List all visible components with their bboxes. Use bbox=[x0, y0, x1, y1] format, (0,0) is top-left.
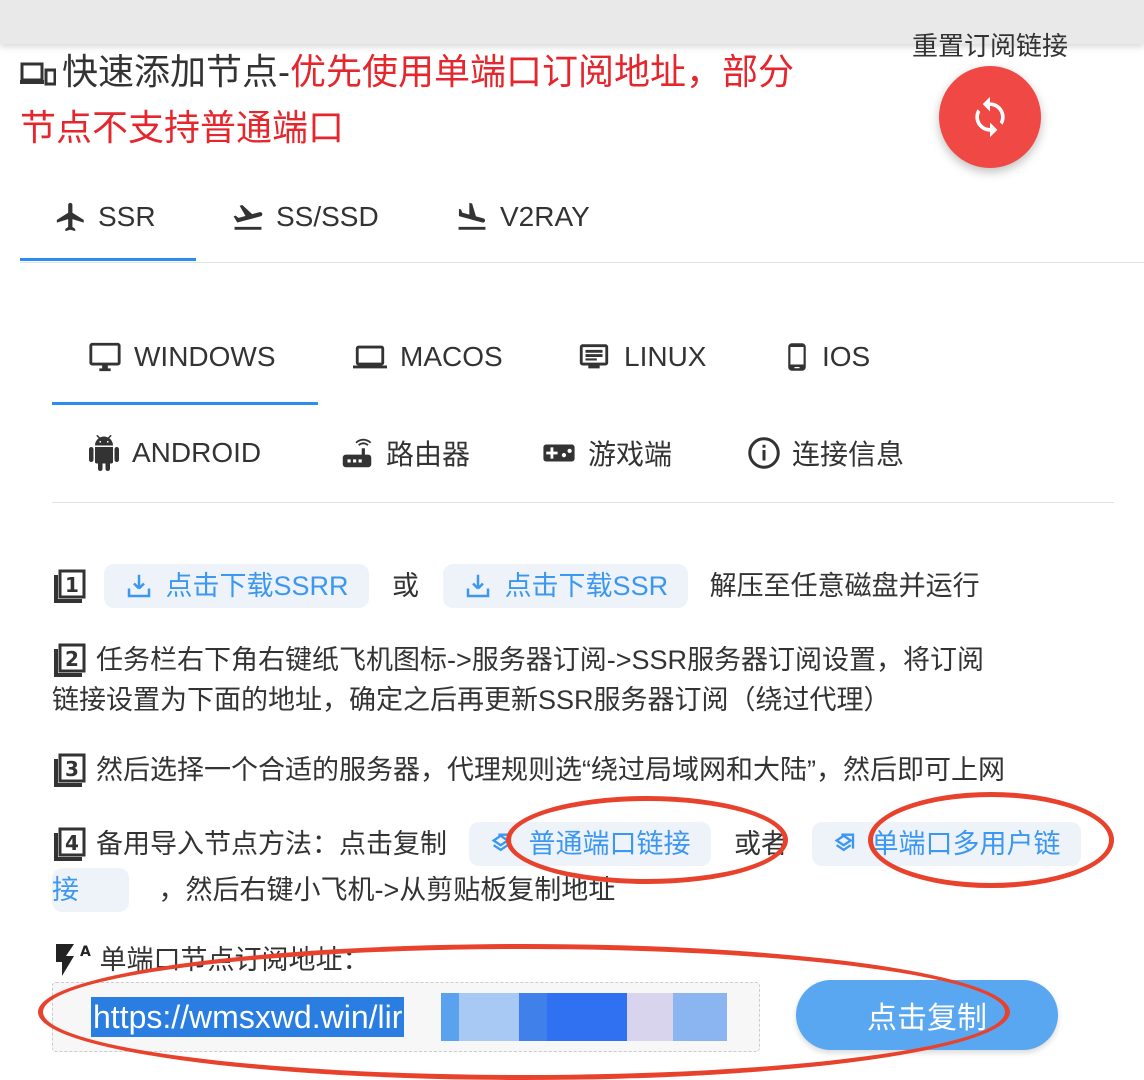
monitor-icon bbox=[89, 342, 121, 372]
tab-router-label: 路由器 bbox=[386, 439, 471, 470]
tab-windows-label: WINDOWS bbox=[134, 341, 276, 372]
redaction-blur bbox=[459, 993, 519, 1041]
active-platform-indicator bbox=[52, 402, 318, 405]
active-tab-indicator bbox=[20, 258, 196, 261]
copy-normal-port-link-button[interactable]: 普通端口链接 bbox=[468, 821, 711, 866]
subscription-label-row: A 单端口节点订阅地址： bbox=[52, 936, 370, 982]
tab-windows[interactable]: WINDOWS bbox=[86, 332, 276, 382]
copy-icon bbox=[491, 833, 511, 852]
tab-linux-label: LINUX bbox=[624, 341, 707, 372]
android-icon bbox=[89, 435, 119, 471]
tab-game-label: 游戏端 bbox=[588, 439, 673, 470]
tab-router[interactable]: 路由器 bbox=[338, 428, 470, 478]
redaction-blur bbox=[441, 993, 459, 1041]
tab-ios-label: IOS bbox=[822, 341, 871, 372]
step-2-line1: 任务栏右下角右键纸飞机图标->服务器订阅->SSR服务器订阅设置，将订阅 bbox=[96, 644, 985, 675]
step-2-icon: 2 bbox=[54, 643, 86, 677]
tab-macos-label: MACOS bbox=[400, 341, 503, 372]
info-icon bbox=[748, 437, 780, 469]
tab-connection-info[interactable]: 连接信息 bbox=[746, 428, 904, 478]
copy-subscription-button[interactable]: 点击复制 bbox=[796, 980, 1058, 1050]
reset-subscription-label: 重置订阅链接 bbox=[912, 31, 1069, 61]
tab-macos[interactable]: MACOS bbox=[350, 332, 503, 382]
flight-land-icon bbox=[458, 202, 486, 230]
copy-normal-port-link-label: 普通端口链接 bbox=[528, 828, 691, 859]
svg-text:1: 1 bbox=[65, 573, 79, 597]
download-icon bbox=[127, 574, 150, 598]
laptop-icon bbox=[353, 345, 387, 369]
tab-connection-info-label: 连接信息 bbox=[792, 439, 905, 470]
step-2: 2 任务栏右下角右键纸飞机图标->服务器订阅->SSR服务器订阅设置，将订阅 bbox=[52, 636, 984, 682]
step-4-icon: 4 bbox=[54, 827, 86, 861]
svg-text:3: 3 bbox=[65, 757, 79, 781]
step-4-prefix: 备用导入节点方法：点击复制 bbox=[96, 828, 447, 859]
page-title: 快速添加节点-优先使用单端口订阅地址，部分 bbox=[20, 48, 794, 96]
download-icon bbox=[466, 574, 489, 598]
tab-game[interactable]: 游戏端 bbox=[540, 428, 672, 478]
subscription-url-input[interactable]: https://wmsxwd.win/lir bbox=[52, 982, 760, 1052]
redaction-blur bbox=[519, 993, 547, 1041]
devices-icon bbox=[20, 62, 56, 86]
svg-text:A: A bbox=[80, 944, 91, 960]
tab-ssr[interactable]: SSR bbox=[54, 180, 156, 254]
router-icon bbox=[342, 438, 372, 468]
subscription-url-text: https://wmsxwd.win/lir bbox=[91, 997, 405, 1037]
svg-text:2: 2 bbox=[65, 647, 79, 671]
redaction-blur bbox=[673, 993, 727, 1041]
copy-single-port-link-button-wrap[interactable]: 接 bbox=[52, 867, 129, 912]
subscription-label: 单端口节点订阅地址： bbox=[99, 944, 370, 975]
copy-single-port-link-label-2: 接 bbox=[52, 874, 79, 905]
airplane-icon bbox=[56, 202, 84, 232]
flash-auto-icon: A bbox=[56, 943, 91, 976]
or-text: 或 bbox=[392, 570, 420, 601]
step-1-tail: 解压至任意磁盘并运行 bbox=[709, 570, 980, 601]
title-prefix: 快速添加节点- bbox=[62, 51, 290, 92]
download-ssrr-button[interactable]: 点击下载SSRR bbox=[103, 563, 369, 608]
tab-ss-ssd-label: SS/SSD bbox=[276, 201, 379, 232]
download-ssrr-label: 点击下载SSRR bbox=[165, 570, 349, 601]
step-1-icon: 1 bbox=[54, 569, 86, 603]
download-ssr-label: 点击下载SSR bbox=[504, 570, 669, 601]
tab-android[interactable]: ANDROID bbox=[86, 428, 261, 478]
step-1: 1 点击下载SSRR 或 点击下载SSR 解压至任意磁盘并运行 bbox=[52, 562, 980, 608]
svg-text:4: 4 bbox=[65, 831, 79, 855]
gamepad-icon bbox=[543, 444, 575, 462]
redaction-blur bbox=[547, 993, 627, 1041]
copy-single-port-link-button[interactable]: 单端口多用户链 bbox=[811, 821, 1081, 866]
reset-subscription-button[interactable] bbox=[939, 66, 1041, 168]
tab-android-label: ANDROID bbox=[132, 437, 262, 468]
title-warning-line1: 优先使用单端口订阅地址，部分 bbox=[290, 51, 795, 92]
tab-ios[interactable]: IOS bbox=[782, 332, 870, 382]
title-warning-line2: 节点不支持普通端口 bbox=[20, 107, 345, 148]
step-4-tail: ，然后右键小飞机->从剪贴板复制地址 bbox=[158, 874, 616, 905]
refresh-icon bbox=[975, 96, 1005, 138]
tab-ss-ssd[interactable]: SS/SSD bbox=[230, 180, 379, 254]
tab-ssr-label: SSR bbox=[98, 201, 156, 232]
phone-icon bbox=[788, 343, 806, 371]
tab-v2ray[interactable]: V2RAY bbox=[454, 180, 590, 254]
step-4: 4 备用导入节点方法：点击复制 普通端口链接 或者 单端口多用户链 bbox=[52, 820, 1081, 866]
tab-linux[interactable]: LINUX bbox=[574, 332, 706, 382]
or-text-2: 或者 bbox=[734, 828, 789, 859]
tab-v2ray-label: V2RAY bbox=[500, 201, 590, 232]
copy-icon bbox=[834, 833, 854, 852]
step-2-line2: 链接设置为下面的地址，确定之后再更新SSR服务器订阅（绕过代理） bbox=[52, 685, 891, 715]
step-4-line2: 接 ，然后右键小飞机->从剪贴板复制地址 bbox=[52, 866, 615, 912]
platform-tabs-divider bbox=[52, 502, 1114, 503]
terminal-icon bbox=[579, 344, 609, 369]
step-3: 3 然后选择一个合适的服务器，代理规则选“绕过局域网和大陆”，然后即可上网 bbox=[52, 746, 1005, 792]
step-3-text: 然后选择一个合适的服务器，代理规则选“绕过局域网和大陆”，然后即可上网 bbox=[96, 754, 1005, 785]
step-3-icon: 3 bbox=[54, 753, 86, 787]
flight-takeoff-icon bbox=[233, 205, 263, 230]
download-ssr-button[interactable]: 点击下载SSR bbox=[442, 563, 689, 608]
copy-single-port-link-label: 单端口多用户链 bbox=[871, 828, 1061, 859]
redaction-blur bbox=[627, 993, 673, 1041]
